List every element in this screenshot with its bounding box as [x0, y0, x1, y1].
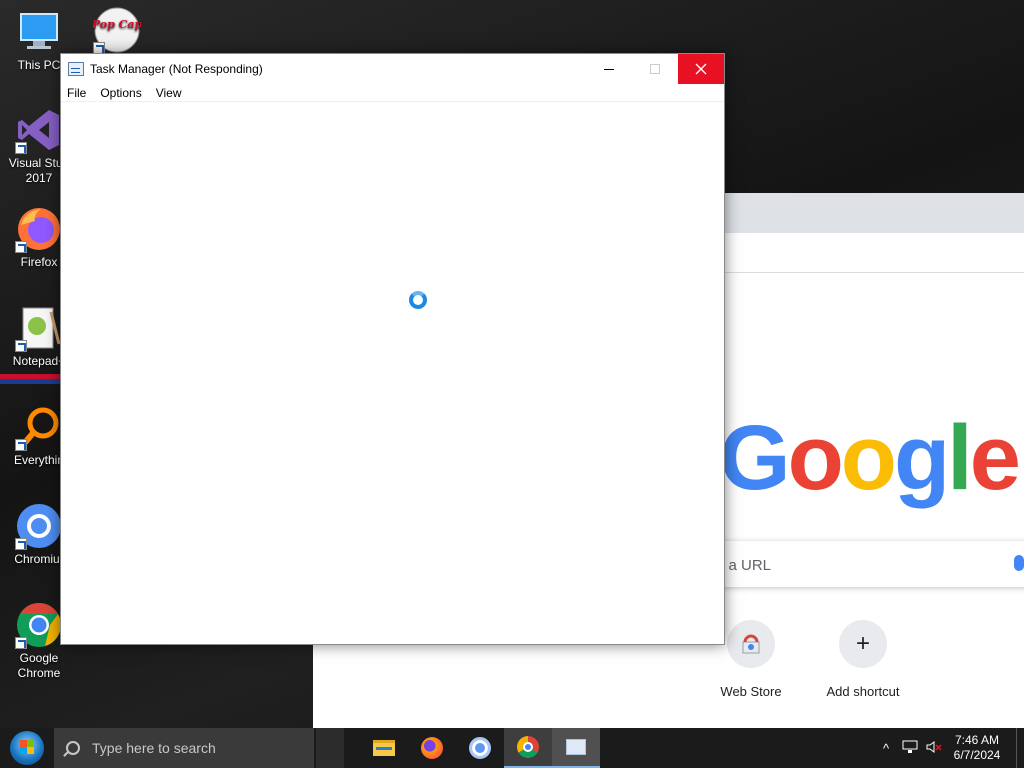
start-button[interactable]	[0, 728, 54, 768]
desktop: This PC Pop Cap Visual Stud 2017 Firefox…	[0, 0, 1024, 728]
clock-date: 6/7/2024	[953, 748, 1001, 762]
task-manager-icon	[68, 62, 84, 76]
chromium-icon	[15, 502, 63, 550]
menu-view[interactable]: View	[156, 86, 182, 100]
chrome-icon	[517, 736, 539, 758]
network-icon[interactable]	[898, 740, 922, 757]
shortcut-arrow-icon	[15, 241, 27, 253]
title-bar[interactable]: Task Manager (Not Responding)	[61, 54, 724, 84]
clock-time: 7:46 AM	[954, 733, 1000, 747]
taskbar-chromium[interactable]	[456, 728, 504, 768]
taskbar-search-placeholder: Type here to search	[92, 740, 216, 756]
computer-icon	[15, 8, 63, 56]
google-logo: Google	[719, 407, 1021, 509]
firefox-icon	[15, 205, 63, 253]
taskbar-file-explorer[interactable]	[360, 728, 408, 768]
shortcut-arrow-icon	[15, 439, 27, 451]
maximize-button[interactable]	[632, 54, 678, 84]
search-icon	[66, 741, 80, 755]
menu-bar: File Options View	[61, 84, 724, 102]
system-tray: ^ 7:46 AM 6/7/2024	[874, 728, 1024, 768]
everything-search-icon	[15, 403, 63, 451]
shortcut-arrow-icon	[15, 340, 27, 352]
clock[interactable]: 7:46 AM 6/7/2024	[946, 733, 1008, 763]
desktop-icon-popcap[interactable]: Pop Cap	[78, 6, 156, 56]
shortcut-label: Web Store	[720, 684, 782, 699]
notepad-plus-plus-icon	[15, 304, 63, 352]
task-manager-window[interactable]: Task Manager (Not Responding) File Optio…	[60, 53, 725, 645]
firefox-icon	[421, 737, 443, 759]
maximize-icon	[650, 64, 660, 74]
close-icon	[695, 63, 707, 75]
shortcut-arrow-icon	[15, 637, 27, 649]
plus-icon: +	[839, 620, 887, 668]
minimize-button[interactable]	[586, 54, 632, 84]
task-manager-icon	[566, 739, 586, 755]
taskbar-task-manager[interactable]	[552, 728, 600, 768]
show-desktop-button[interactable]	[1016, 728, 1024, 768]
shortcut-label: Add shortcut	[826, 684, 900, 699]
windows-logo-icon	[10, 731, 44, 765]
minimize-icon	[604, 68, 614, 70]
notepad-banner-strip	[0, 374, 60, 384]
taskbar: Type here to search ^ 7:46 AM 6/7/2024	[0, 728, 1024, 768]
task-view-button[interactable]	[316, 728, 344, 768]
desktop-icon-label-line1: Google	[19, 651, 59, 665]
taskbar-chrome[interactable]	[504, 728, 552, 768]
chevron-up-icon[interactable]: ^	[874, 741, 898, 756]
chromium-icon	[469, 737, 491, 759]
window-controls	[586, 54, 724, 84]
loading-spinner-icon	[409, 291, 427, 309]
chrome-icon	[15, 601, 63, 649]
taskbar-search-box[interactable]: Type here to search	[54, 728, 314, 768]
shortcut-arrow-icon	[15, 538, 27, 550]
taskbar-firefox[interactable]	[408, 728, 456, 768]
popcap-logo-text: Pop Cap	[93, 18, 141, 31]
menu-file[interactable]: File	[67, 86, 86, 100]
menu-options[interactable]: Options	[100, 86, 141, 100]
shortcut-arrow-icon	[15, 142, 27, 154]
visual-studio-icon	[15, 106, 63, 154]
add-shortcut-button[interactable]: + Add shortcut	[808, 620, 918, 699]
folder-icon	[373, 740, 395, 756]
window-title: Task Manager (Not Responding)	[90, 62, 263, 76]
web-store-icon	[727, 620, 775, 668]
popcap-icon: Pop Cap	[91, 6, 143, 54]
desktop-icon-label-line2: Chrome	[17, 666, 61, 680]
microphone-icon[interactable]	[1014, 555, 1024, 571]
volume-muted-icon[interactable]	[922, 740, 946, 757]
close-button[interactable]	[678, 54, 724, 84]
